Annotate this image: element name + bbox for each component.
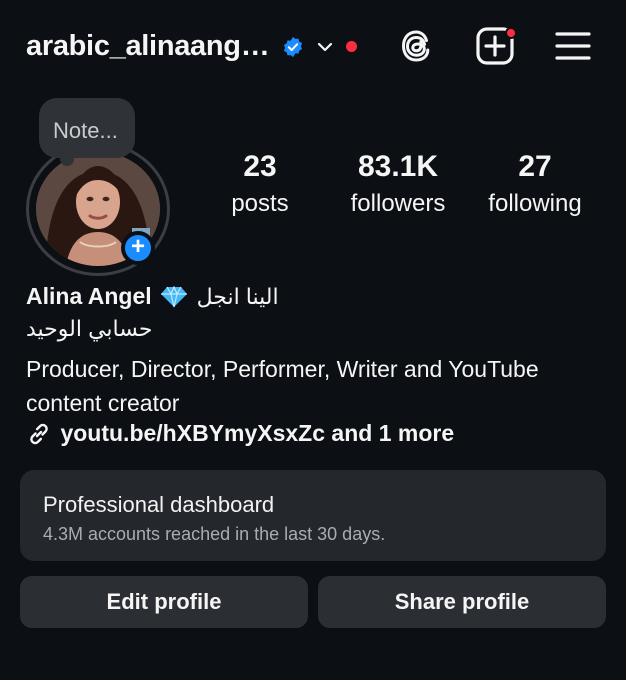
display-name: Alina Angel — [26, 283, 152, 309]
dashboard-title: Professional dashboard — [43, 492, 275, 517]
bio-link-text: youtu.be/hXBYmyXsxZc and 1 more — [60, 420, 455, 446]
link-icon — [30, 423, 48, 444]
followers-count: 83.1K — [357, 150, 439, 183]
create-notification-dot — [505, 27, 517, 39]
chevron-down-icon[interactable] — [316, 38, 334, 56]
verified-badge-icon — [283, 36, 303, 58]
display-name-row: Alina Angel الينا انجل — [26, 283, 279, 313]
following-label: following — [488, 190, 582, 217]
gem-emoji-icon — [161, 285, 188, 307]
bio-text: Producer, Director, Performer, Writer an… — [26, 356, 539, 416]
note-bubble[interactable]: Note... — [39, 98, 135, 158]
note-bubble-tail — [60, 152, 74, 166]
posts-label: posts — [231, 190, 289, 217]
display-name-arabic: الينا انجل — [196, 283, 279, 309]
bio-arabic-line: حسابي الوحيد — [26, 316, 153, 341]
followers-label: followers — [350, 190, 446, 217]
add-story-plus-icon[interactable]: + — [121, 231, 155, 265]
stat-posts[interactable]: 23 posts — [220, 150, 300, 218]
stat-following[interactable]: 27 following — [478, 150, 592, 218]
bio-link[interactable]: youtu.be/hXBYmyXsxZc and 1 more — [26, 420, 454, 450]
top-bar: arabic_alinaang… — [0, 0, 626, 96]
posts-count: 23 — [243, 150, 277, 183]
edit-profile-button[interactable]: Edit profile — [20, 576, 308, 628]
share-profile-button[interactable]: Share profile — [318, 576, 606, 628]
threads-icon[interactable] — [396, 25, 438, 67]
note-placeholder: Note... — [53, 118, 118, 143]
professional-dashboard-card[interactable]: Professional dashboard 4.3M accounts rea… — [20, 470, 606, 561]
hamburger-menu-icon[interactable] — [552, 25, 594, 67]
notification-dot — [346, 41, 357, 52]
username[interactable]: arabic_alinaang… — [26, 30, 270, 63]
stat-followers[interactable]: 83.1K followers — [340, 150, 456, 218]
following-count: 27 — [518, 150, 552, 183]
dashboard-subtitle: 4.3M accounts reached in the last 30 day… — [43, 524, 386, 544]
